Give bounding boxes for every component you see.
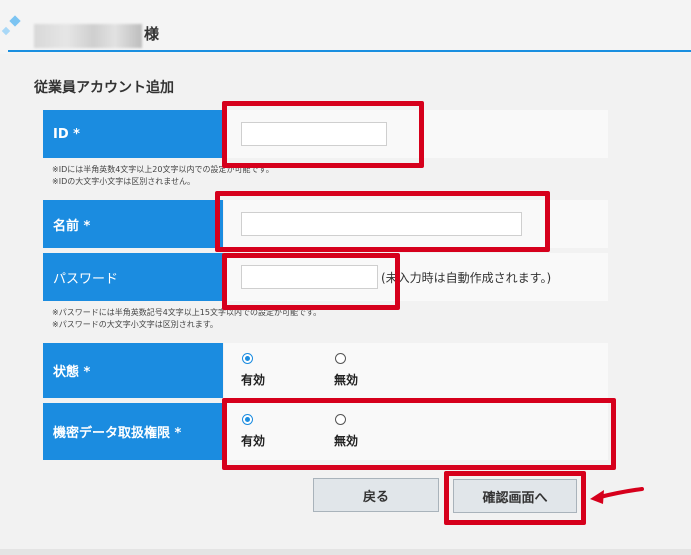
password-note-1: ※パスワードには半角英数記号4文字以上15文字以内での設定が可能です。 (52, 308, 322, 317)
status-field-cell (224, 343, 608, 398)
confidential-option-disabled-label: 無効 (334, 434, 359, 448)
confidential-option-disabled[interactable]: 無効 (334, 414, 358, 449)
page-title: 従業員アカウント追加 (34, 80, 174, 96)
user-honorific: 様 (144, 25, 160, 43)
back-button[interactable]: 戻る (313, 478, 439, 512)
confirm-button[interactable]: 確認画面へ (453, 479, 577, 513)
header-divider (8, 50, 691, 52)
radio-unchecked-icon[interactable] (335, 353, 346, 364)
radio-checked-icon[interactable] (242, 353, 253, 364)
name-input[interactable] (241, 212, 522, 236)
confidential-label: 機密データ取扱権限 * (43, 403, 223, 460)
password-label: パスワード (43, 253, 223, 301)
page-bottom-edge (0, 549, 691, 555)
id-label-text: ID * (53, 126, 80, 142)
id-note-2: ※IDの大文字小文字は区別されません。 (52, 177, 195, 186)
password-hint: (未入力時は自動作成されます。) (381, 271, 552, 285)
password-notes: ※パスワードには半角英数記号4文字以上15文字以内での設定が可能です。 ※パスワ… (52, 307, 321, 331)
status-option-enabled[interactable]: 有効 (241, 353, 265, 388)
status-label: 状態 * (43, 343, 223, 398)
id-notes: ※IDには半角英数4文字以上20文字以内での設定が可能です。 ※IDの大文字小文… (52, 164, 274, 188)
password-note-2: ※パスワードの大文字小文字は区別されます。 (52, 320, 218, 329)
id-label: ID * (43, 110, 223, 158)
user-name-redacted (34, 24, 142, 48)
password-input[interactable] (241, 265, 378, 289)
password-label-text: パスワード (53, 271, 119, 287)
radio-checked-icon[interactable] (242, 414, 253, 425)
red-arrow-icon (590, 487, 644, 504)
confidential-label-text: 機密データ取扱権限 * (53, 426, 182, 441)
status-label-text: 状態 * (53, 365, 91, 380)
logo-diamond-icon (1, 26, 11, 36)
status-option-disabled-label: 無効 (334, 373, 359, 387)
app-header: 様 (0, 0, 691, 54)
id-note-1: ※IDには半角英数4文字以上20文字以内での設定が可能です。 (52, 165, 274, 174)
logo-diamond-icon (9, 15, 21, 27)
id-input[interactable] (241, 122, 387, 146)
name-label-text: 名前 * (53, 218, 91, 234)
confidential-field-cell (224, 403, 608, 460)
status-option-disabled[interactable]: 無効 (334, 353, 358, 388)
confidential-option-enabled[interactable]: 有効 (241, 414, 265, 449)
confidential-option-enabled-label: 有効 (241, 434, 266, 448)
status-option-enabled-label: 有効 (241, 373, 266, 387)
radio-unchecked-icon[interactable] (335, 414, 346, 425)
name-label: 名前 * (43, 200, 223, 248)
